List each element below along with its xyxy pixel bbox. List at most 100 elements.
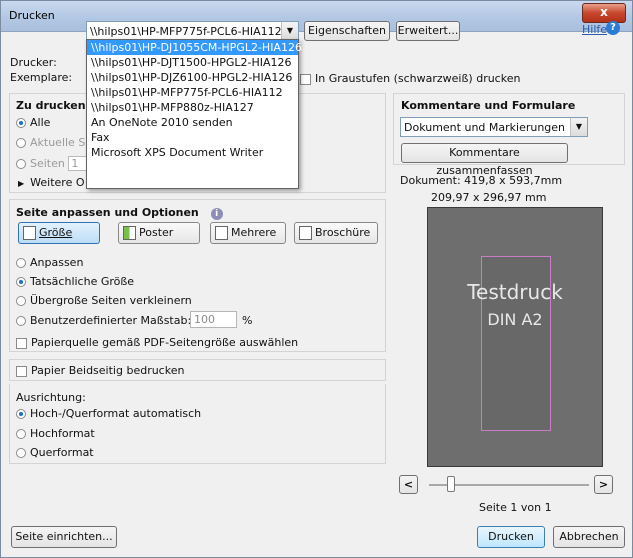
size-icon — [23, 226, 36, 240]
fit-options-panel: Seite anpassen und Optionen i Größe Post… — [9, 199, 386, 352]
pages-current-option[interactable]: Aktuelle S — [16, 136, 85, 149]
duplex-row[interactable]: Papier Beidseitig bedrucken — [16, 364, 184, 377]
window-title: Drucken — [9, 9, 55, 22]
radio-icon[interactable] — [16, 429, 26, 439]
fit-heading: Seite anpassen und Optionen i — [16, 206, 223, 220]
pages-range-option[interactable]: Seiten 1 — [16, 156, 93, 171]
printer-option[interactable]: \\hilps01\HP-DJT1500-HPGL2-HIA126 — [87, 55, 298, 70]
page-slider-thumb[interactable] — [447, 476, 455, 492]
booklet-icon — [299, 226, 312, 240]
duplex-label: Papier Beidseitig bedrucken — [31, 364, 185, 377]
booklet-mode-label: Broschüre — [315, 226, 371, 239]
summarize-comments-button[interactable]: Kommentare zusammenfassen — [401, 143, 568, 177]
scale-input[interactable]: 100 — [190, 311, 237, 328]
advanced-button[interactable]: Erweitert... — [396, 21, 460, 41]
printer-dropdown-list[interactable]: \\hilps01\HP-DJ1055CM-HPGL2-HIA126 \\hil… — [86, 39, 302, 189]
multiple-mode-button[interactable]: Mehrere — [210, 222, 286, 244]
comments-select[interactable]: Dokument und Markierungen ▼ — [400, 117, 588, 137]
fit-option-label: Tatsächliche Größe — [30, 275, 135, 288]
more-options-label: Weitere O — [30, 176, 85, 189]
chevron-down-icon[interactable]: ▼ — [281, 22, 298, 40]
comments-heading: Kommentare und Formulare — [401, 99, 576, 112]
size-mode-button[interactable]: Größe — [18, 222, 100, 244]
pages-all-option[interactable]: Alle — [16, 116, 50, 129]
orientation-landscape[interactable]: Querformat — [16, 446, 94, 459]
fit-option-fit[interactable]: Anpassen — [16, 256, 83, 269]
fit-heading-text: Seite anpassen und Optionen — [16, 206, 199, 219]
orientation-portrait[interactable]: Hochformat — [16, 427, 95, 440]
preview-text-title: Testdruck — [467, 280, 563, 304]
cancel-button[interactable]: Abbrechen — [553, 526, 625, 548]
radio-icon[interactable] — [16, 277, 26, 287]
preview-text-format: DIN A2 — [487, 310, 543, 329]
print-button[interactable]: Drucken — [477, 526, 545, 548]
duplex-checkbox[interactable] — [16, 365, 27, 377]
duplex-panel: Papier Beidseitig bedrucken — [9, 359, 386, 381]
previous-page-button[interactable]: < — [399, 475, 418, 494]
help-link[interactable]: Hilfe — [582, 23, 607, 36]
multiple-pages-icon — [215, 226, 228, 240]
booklet-mode-button[interactable]: Broschüre — [294, 222, 378, 244]
paper-source-label: Papierquelle gemäß PDF-Seitengröße auswä… — [31, 336, 299, 349]
document-size: Dokument: 419,8 x 593,7mm — [400, 174, 563, 187]
chevron-down-icon[interactable]: ▼ — [570, 118, 587, 136]
radio-icon[interactable] — [16, 118, 26, 128]
fit-option-custom[interactable]: Benutzerdefinierter Maßstab: — [16, 314, 191, 327]
printer-option[interactable]: \\hilps01\HP-MFP775f-PCL6-HIA112 — [87, 85, 298, 100]
poster-mode-label: Poster — [139, 226, 174, 239]
print-dialog: Drucken x Drucker: \\hilps01\HP-MFP775f-… — [0, 0, 633, 558]
orientation-option-label: Hochformat — [30, 427, 95, 440]
printer-option[interactable]: An OneNote 2010 senden — [87, 115, 298, 130]
properties-button[interactable]: Eigenschaften — [304, 21, 390, 41]
print-preview: Testdruck DIN A2 — [427, 207, 603, 467]
pages-range-label: Seiten — [30, 157, 65, 170]
orientation-auto[interactable]: Hoch-/Querformat automatisch — [16, 407, 201, 420]
radio-icon[interactable] — [16, 409, 26, 419]
printer-select[interactable]: \\hilps01\HP-MFP775f-PCL6-HIA112 ▼ — [86, 21, 299, 41]
next-page-button[interactable]: > — [594, 475, 613, 494]
fit-option-label: Anpassen — [30, 256, 84, 269]
info-icon[interactable]: i — [210, 208, 223, 220]
fit-option-shrink[interactable]: Übergroße Seiten verkleinern — [16, 294, 192, 307]
printer-option[interactable]: \\hilps01\HP-DJZ6100-HPGL2-HIA126 — [87, 70, 298, 85]
fit-option-actual[interactable]: Tatsächliche Größe — [16, 275, 134, 288]
grayscale-label: In Graustufen (schwarzweiß) drucken — [315, 72, 521, 85]
close-button[interactable]: x — [582, 3, 626, 23]
triangle-right-icon[interactable]: ▶ — [18, 179, 24, 188]
poster-mode-button[interactable]: Poster — [118, 222, 200, 244]
document-page-size: 209,97 x 296,97 mm — [431, 191, 547, 204]
printer-option[interactable]: Microsoft XPS Document Writer — [87, 145, 298, 160]
radio-icon[interactable] — [16, 316, 26, 326]
printer-option[interactable]: \\hilps01\HP-MFP880z-HIA127 — [87, 100, 298, 115]
multiple-mode-label: Mehrere — [231, 226, 277, 239]
page-indicator: Seite 1 von 1 — [479, 501, 552, 514]
copies-label: Exemplare: — [10, 71, 73, 84]
pages-current-label: Aktuelle S — [30, 136, 86, 149]
grayscale-row[interactable]: In Graustufen (schwarzweiß) drucken — [300, 72, 520, 85]
scale-unit: % — [242, 314, 253, 327]
page-setup-button[interactable]: Seite einrichten... — [11, 526, 117, 548]
orientation-label: Ausrichtung: — [16, 391, 86, 404]
printer-option[interactable]: Fax — [87, 130, 298, 145]
paper-source-checkbox[interactable] — [16, 337, 27, 349]
orientation-option-label: Querformat — [30, 446, 94, 459]
radio-icon[interactable] — [16, 138, 26, 148]
radio-icon[interactable] — [16, 296, 26, 306]
radio-icon[interactable] — [16, 159, 26, 169]
help-icon[interactable]: ? — [606, 21, 620, 35]
printer-select-value: \\hilps01\HP-MFP775f-PCL6-HIA112 — [90, 25, 282, 38]
printer-label: Drucker: — [10, 56, 57, 69]
paper-source-row[interactable]: Papierquelle gemäß PDF-Seitengröße auswä… — [16, 336, 298, 349]
grayscale-checkbox[interactable] — [300, 73, 311, 85]
comments-panel: Kommentare und Formulare Dokument und Ma… — [393, 93, 625, 177]
comments-select-value: Dokument und Markierungen — [404, 121, 566, 134]
more-options-toggle[interactable]: ▶ Weitere O — [18, 176, 85, 189]
pages-heading: Zu druckend — [16, 99, 94, 112]
orientation-option-label: Hoch-/Querformat automatisch — [30, 407, 202, 420]
orientation-panel: Ausrichtung: Hoch-/Querformat automatisc… — [9, 384, 386, 464]
radio-icon[interactable] — [16, 258, 26, 268]
size-mode-label: Größe — [39, 226, 73, 239]
fit-option-label: Benutzerdefinierter Maßstab: — [30, 314, 192, 327]
printer-option[interactable]: \\hilps01\HP-DJ1055CM-HPGL2-HIA126 — [87, 40, 302, 55]
radio-icon[interactable] — [16, 448, 26, 458]
